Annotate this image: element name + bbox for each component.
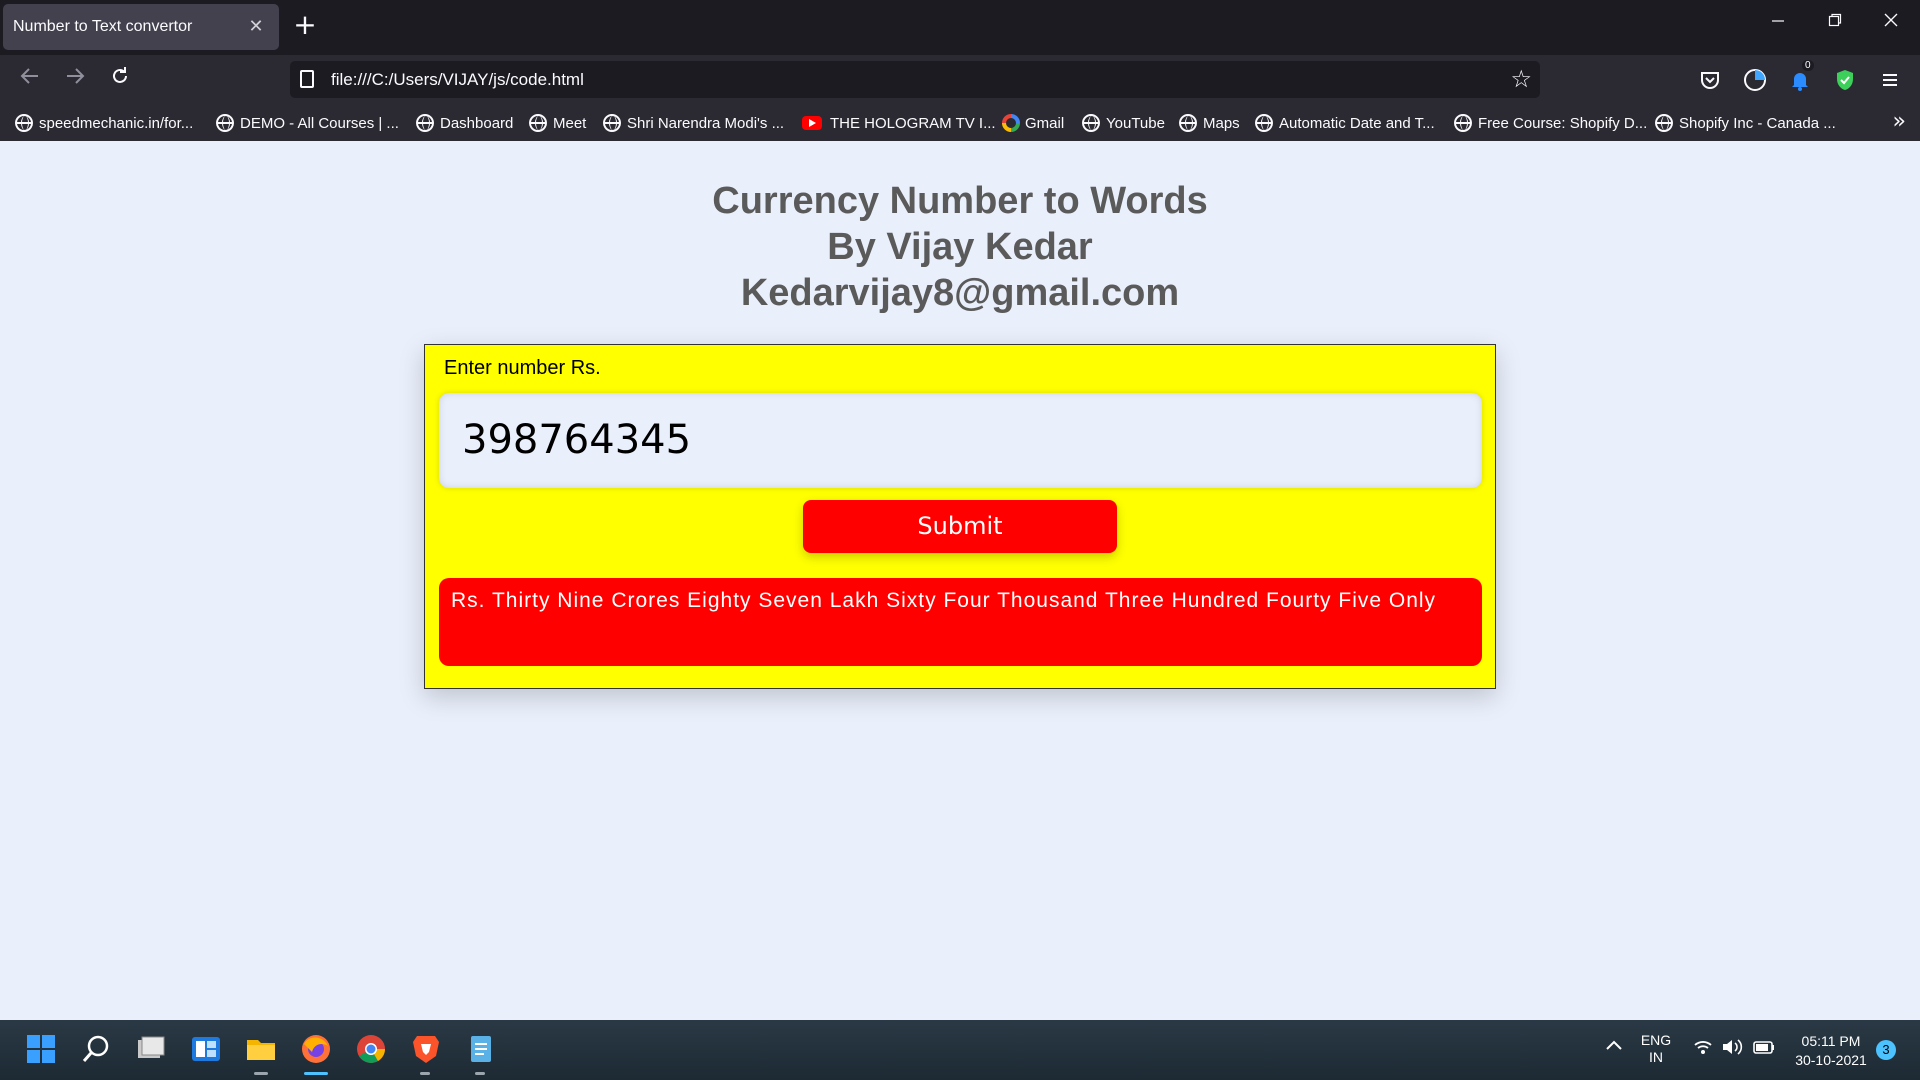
globe-icon (1179, 114, 1197, 132)
file-explorer-icon[interactable] (244, 1032, 278, 1066)
volume-icon[interactable] (1720, 1038, 1744, 1059)
pocket-icon[interactable] (1698, 68, 1722, 92)
bookmark-label: Gmail (1025, 114, 1065, 132)
bookmark-label: speedmechanic.in/for... (39, 114, 194, 132)
page-title: Currency Number to Words By Vijay Kedar … (0, 178, 1920, 316)
submit-button[interactable]: Submit (803, 500, 1117, 553)
input-label: Enter number Rs. (444, 357, 601, 379)
url-text[interactable]: file:///C:/Users/VIJAY/js/code.html (331, 70, 584, 90)
bookmark-item[interactable]: THE HOLOGRAM TV I... (802, 113, 996, 133)
battery-icon[interactable] (1751, 1038, 1777, 1059)
bookmark-item[interactable]: DEMO - All Courses | ... (216, 113, 399, 133)
bookmark-item[interactable]: Shri Narendra Modi's ... (603, 113, 784, 133)
chevron-up-icon[interactable] (1602, 1038, 1626, 1055)
bookmark-item[interactable]: Automatic Date and T... (1255, 113, 1435, 133)
new-tab-button[interactable]: + (291, 11, 319, 40)
converter-card: Enter number Rs. 398764345 Submit Rs. Th… (424, 344, 1496, 689)
google-icon (1002, 114, 1020, 132)
close-window-icon[interactable] (1871, 12, 1911, 42)
bookmark-label: Meet (553, 114, 587, 132)
globe-icon (1082, 114, 1100, 132)
running-indicator (420, 1072, 430, 1075)
globe-icon (216, 114, 234, 132)
shield-icon[interactable] (1833, 68, 1857, 92)
notification-bell-icon[interactable]: 0 (1788, 60, 1814, 92)
date-text: 30-10-2021 (1795, 1052, 1867, 1068)
navigation-bar: file:///C:/Users/VIJAY/js/code.html ☆ 0 (0, 55, 1920, 103)
bookmark-item[interactable]: Meet (529, 113, 586, 133)
bookmark-item[interactable]: YouTube (1082, 113, 1165, 133)
language-indicator[interactable]: ENG IN (1636, 1032, 1676, 1066)
bookmark-label: Maps (1203, 114, 1240, 132)
number-input[interactable]: 398764345 (439, 393, 1482, 488)
bookmark-label: THE HOLOGRAM TV I... (830, 114, 996, 132)
bookmark-label: DEMO - All Courses | ... (240, 114, 399, 132)
bookmark-item[interactable]: Dashboard (416, 113, 513, 133)
tab-bar: Number to Text convertor ✕ + (0, 0, 1920, 55)
widgets-icon[interactable] (189, 1032, 223, 1066)
forward-arrow-icon[interactable] (60, 65, 90, 95)
notepad-icon[interactable] (464, 1032, 498, 1066)
task-view-icon[interactable] (134, 1032, 168, 1066)
globe-icon (603, 114, 621, 132)
firefox-icon[interactable] (299, 1032, 333, 1066)
bookmark-item[interactable]: Free Course: Shopify D... (1454, 113, 1647, 133)
search-icon[interactable] (79, 1032, 113, 1066)
clock[interactable]: 05:11 PM 30-10-2021 (1786, 1032, 1876, 1070)
restore-icon[interactable] (1815, 12, 1855, 42)
globe-icon (15, 114, 33, 132)
globe-icon (1655, 114, 1673, 132)
address-bar[interactable]: file:///C:/Users/VIJAY/js/code.html ☆ (290, 61, 1540, 98)
language-code: ENG (1640, 1032, 1672, 1048)
chrome-icon[interactable] (354, 1032, 388, 1066)
bookmark-label: YouTube (1106, 114, 1165, 132)
tab-close-icon[interactable]: ✕ (247, 17, 265, 35)
minimize-icon[interactable] (1758, 12, 1798, 42)
menu-icon[interactable] (1878, 68, 1902, 92)
globe-icon (1255, 114, 1273, 132)
bookmark-label: Automatic Date and T... (1279, 114, 1435, 132)
active-indicator (304, 1072, 328, 1075)
email-line: Kedarvijay8@gmail.com (740, 272, 1180, 314)
globe-icon (529, 114, 547, 132)
bookmark-star-icon[interactable]: ☆ (1510, 65, 1532, 93)
bookmark-label: Shri Narendra Modi's ... (627, 114, 785, 132)
page-icon (300, 70, 314, 88)
globe-icon (1454, 114, 1472, 132)
bookmark-item[interactable]: Maps (1179, 113, 1240, 133)
back-arrow-icon[interactable] (15, 65, 45, 95)
tab-active[interactable]: Number to Text convertor ✕ (3, 4, 279, 50)
time-text: 05:11 PM (1801, 1033, 1861, 1049)
brave-icon[interactable] (409, 1032, 443, 1066)
wifi-icon[interactable] (1692, 1038, 1714, 1059)
running-indicator (475, 1072, 485, 1075)
author-line: By Vijay Kedar (827, 226, 1093, 268)
bookmark-label: Shopify Inc - Canada ... (1679, 114, 1836, 132)
region-code: IN (1649, 1049, 1663, 1065)
globe-icon (416, 114, 434, 132)
bookmark-item[interactable]: speedmechanic.in/for... (15, 113, 193, 133)
bookmarks-bar: speedmechanic.in/for... DEMO - All Cours… (0, 103, 1920, 141)
bookmark-label: Free Course: Shopify D... (1478, 114, 1648, 132)
bookmark-item[interactable]: Shopify Inc - Canada ... (1655, 113, 1836, 133)
bookmark-label: Dashboard (440, 114, 514, 132)
youtube-icon (802, 116, 822, 130)
windows-start-icon[interactable] (24, 1032, 58, 1066)
taskbar: ENG IN 05:11 PM 30-10-2021 3 (0, 1020, 1920, 1080)
notification-badge[interactable]: 3 (1876, 1040, 1896, 1060)
tab-title: Number to Text convertor (13, 18, 193, 35)
extension-badge: 0 (1802, 60, 1814, 71)
result-output: Rs. Thirty Nine Crores Eighty Seven Lakh… (439, 578, 1482, 666)
reload-icon[interactable] (105, 65, 135, 95)
title-line: Currency Number to Words (712, 180, 1208, 222)
bookmark-item[interactable]: Gmail (1002, 113, 1064, 133)
extension-clock-icon[interactable] (1743, 68, 1767, 92)
running-indicator (254, 1072, 268, 1075)
chevron-right-icon[interactable]: » (1893, 109, 1906, 134)
